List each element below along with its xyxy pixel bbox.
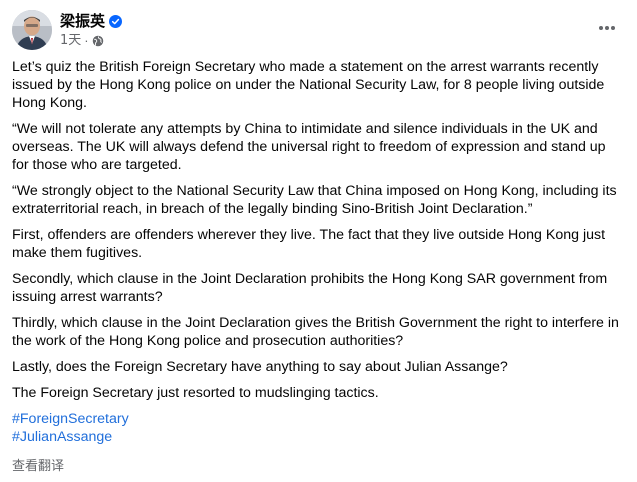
post-card: 梁振英 1天 · Let’s quiz the British Foreign … [0,0,637,482]
hashtag-list: #ForeignSecretary #JulianAssange [12,410,624,446]
hashtag-link[interactable]: #ForeignSecretary [12,410,624,428]
author-name[interactable]: 梁振英 [60,12,105,31]
post-paragraph: The Foreign Secretary just resorted to m… [12,385,379,401]
post-paragraph: Secondly, which clause in the Joint Decl… [12,271,608,305]
post-body: Let’s quiz the British Foreign Secretary… [12,58,624,476]
post-sub-row: 1天 · [60,33,122,49]
author-row: 梁振英 [60,12,123,31]
post-meta: 梁振英 1天 · [60,12,123,49]
post-paragraph: Let’s quiz the British Foreign Secretary… [12,59,605,111]
avatar-image [12,10,52,50]
post-timestamp[interactable]: 1天 [60,33,81,49]
post-paragraph: “We will not tolerate any attempts by Ch… [12,121,606,173]
hashtag-link[interactable]: #JulianAssange [12,428,624,446]
post-paragraph: Lastly, does the Foreign Secretary have … [12,359,508,375]
more-options-icon[interactable] [593,18,621,38]
see-translation-link[interactable]: 查看翻译 [12,458,64,476]
post-paragraph: Thirdly, which clause in the Joint Decla… [12,315,619,349]
globe-icon[interactable] [92,35,104,47]
post-paragraph: First, offenders are offenders wherever … [12,227,606,261]
post-header: 梁振英 1天 · [12,10,123,50]
post-paragraph: “We strongly object to the National Secu… [12,183,617,217]
verified-badge-icon [109,14,123,28]
separator-dot: · [84,33,89,48]
avatar[interactable] [12,10,52,50]
